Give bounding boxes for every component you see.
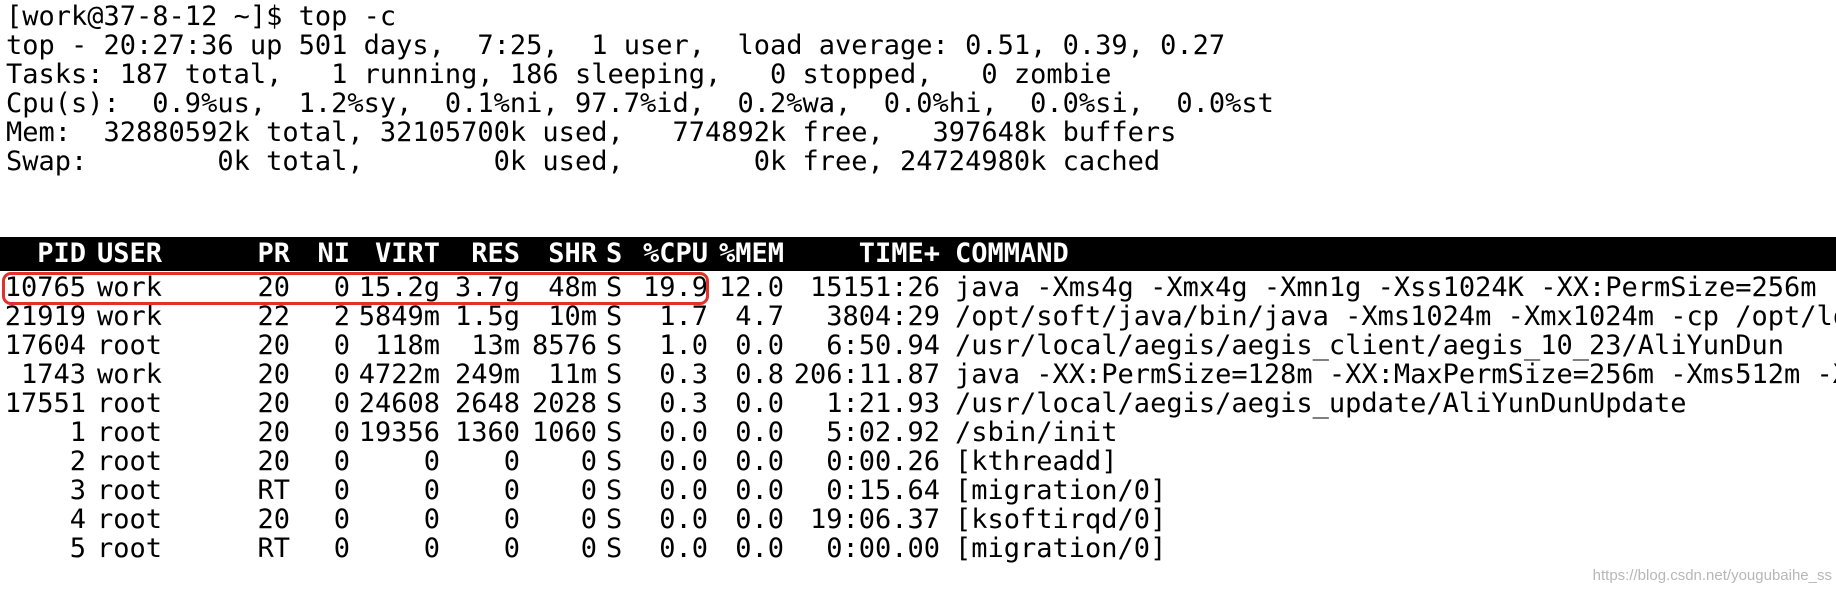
summary-swap-line: Swap: 0k total, 0k used, 0k free, 247249… [6, 146, 1161, 177]
process-nice: 0 [333, 533, 350, 564]
column-header-pr: PR [257, 238, 290, 269]
process-virt: 0 [423, 533, 440, 564]
column-header-user: USER [97, 238, 163, 269]
column-header-virt: VIRT [374, 238, 440, 269]
terminal-window[interactable]: [work@37-8-12 ~]$ top -c top - 20:27:36 … [0, 0, 1836, 596]
column-header-shr: SHR [548, 238, 597, 269]
column-header-command: COMMAND [955, 238, 1069, 269]
process-user: root [97, 533, 163, 564]
column-header-res: RES [471, 238, 520, 269]
process-pid: 5 [69, 533, 86, 564]
process-state: S [606, 533, 623, 564]
process-mem: 0.0 [735, 533, 784, 564]
column-header-mem: %MEM [718, 238, 784, 269]
process-priority: RT [257, 533, 290, 564]
process-command: [migration/0] [955, 533, 1167, 564]
process-row: 5 root RT 0 0 0 0 S 0.0 0.0 0:00.00 [mig… [0, 532, 1836, 566]
process-res: 0 [503, 533, 520, 564]
column-header-cpu: %CPU [642, 238, 708, 269]
watermark-text: https://blog.csdn.net/yougubaihe_ss [1592, 567, 1832, 584]
process-table-header: PID USER PR NI VIRT RES SHR S %CPU %MEM … [0, 237, 1836, 271]
column-header-ni: NI [317, 238, 350, 269]
column-header-pid: PID [37, 238, 86, 269]
process-shr: 0 [580, 533, 597, 564]
column-header-state: S [606, 238, 623, 269]
column-header-time: TIME+ [858, 238, 940, 269]
process-cpu: 0.0 [659, 533, 708, 564]
process-time: 0:00.00 [826, 533, 940, 564]
